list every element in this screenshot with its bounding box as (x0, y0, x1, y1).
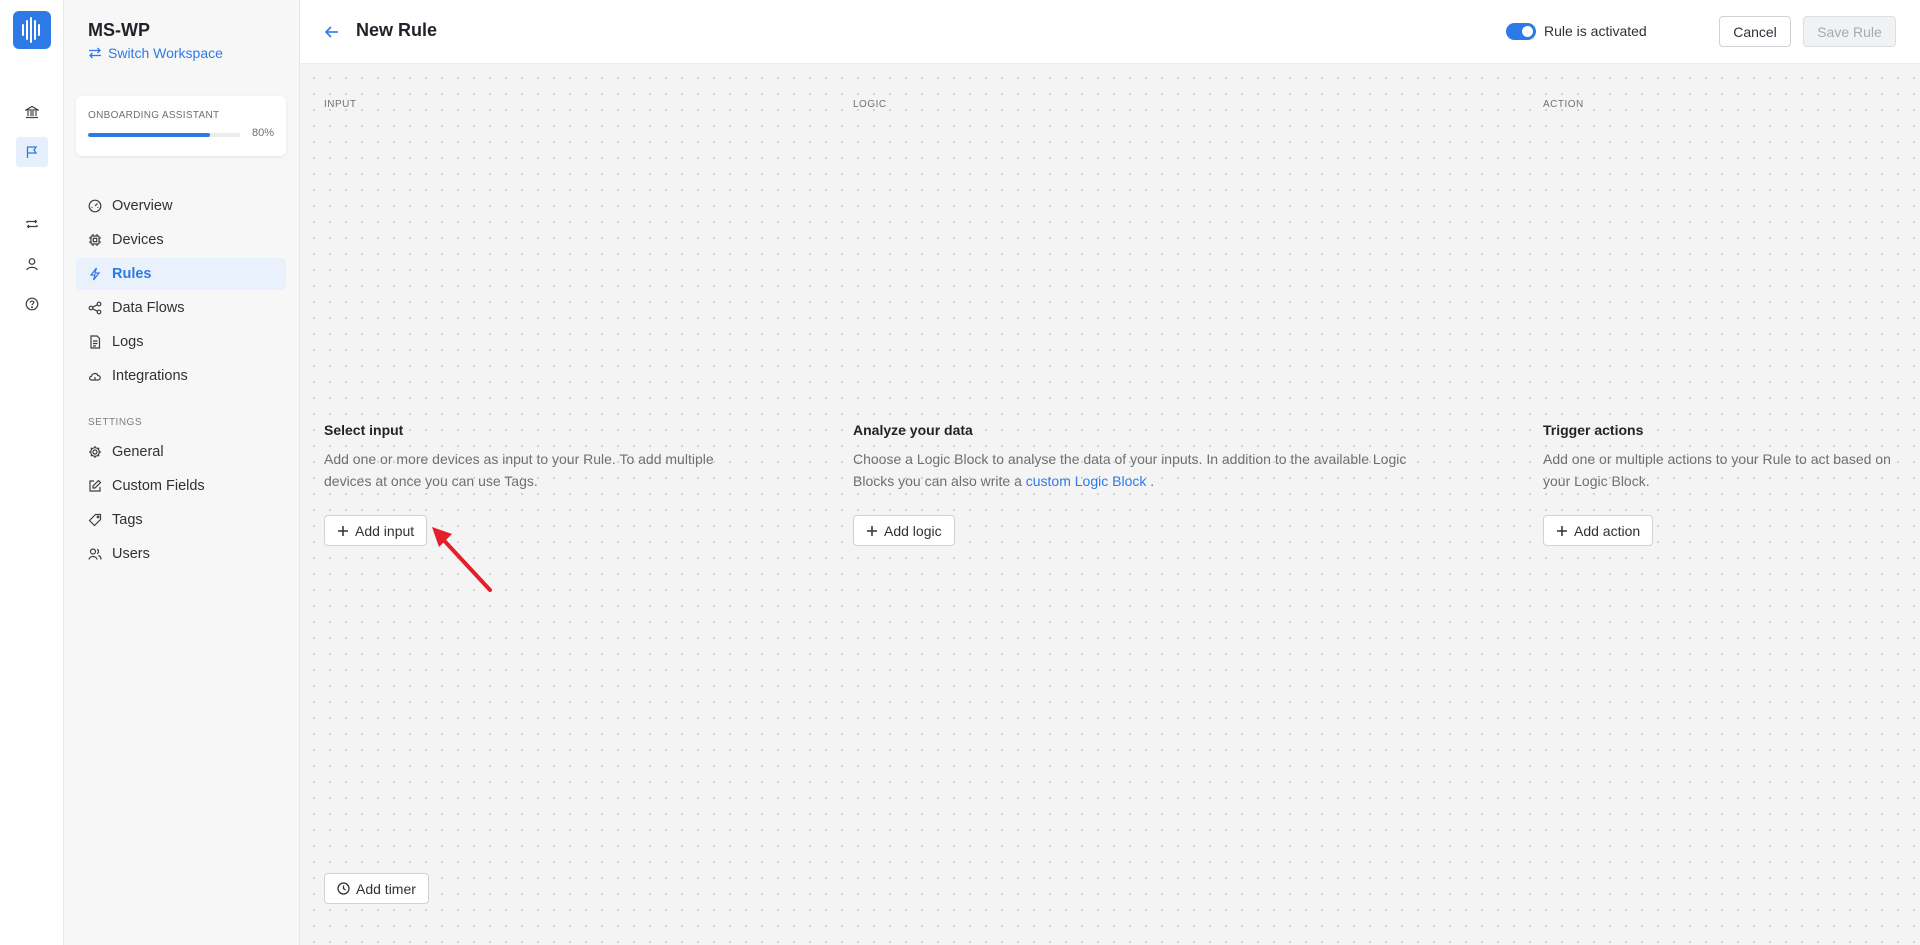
onboarding-progress-bar (88, 133, 240, 137)
page-header: New Rule Rule is activated Cancel Save R… (300, 0, 1920, 64)
add-action-button[interactable]: Add action (1543, 515, 1654, 546)
sidebar-item-integrations[interactable]: Integrations (76, 360, 286, 392)
save-rule-button[interactable]: Save Rule (1803, 16, 1896, 47)
add-logic-button[interactable]: Add logic (853, 515, 955, 546)
action-column-description: Add one or multiple actions to your Rule… (1543, 448, 1920, 492)
logic-column-title: Analyze your data (853, 422, 973, 438)
swap-icon (89, 47, 101, 59)
description-line: devices at once you can use Tags. (324, 473, 538, 489)
annotation-arrow-icon (432, 527, 492, 592)
onboarding-assistant-card[interactable]: ONBOARDING ASSISTANT 80% (76, 96, 286, 156)
input-column-description: Add one or more devices as input to your… (324, 448, 794, 492)
log-file-icon (90, 335, 101, 349)
tag-icon (88, 513, 102, 527)
onboarding-progress-fill (88, 133, 210, 137)
description-line: your Logic Block. (1543, 473, 1650, 489)
onboarding-progress-text: 80% (251, 127, 274, 139)
onboarding-label: ONBOARDING ASSISTANT (88, 110, 220, 121)
sidebar-item-label: Logs (112, 334, 144, 350)
sidebar-item-tags[interactable]: Tags (76, 504, 286, 536)
settings-section-label: SETTINGS (88, 417, 143, 428)
description-text: Blocks you can also write a (853, 473, 1022, 489)
gauge-icon (88, 199, 102, 213)
add-input-button[interactable]: Add input (324, 515, 428, 546)
user-icon[interactable] (16, 249, 48, 279)
sidebar-item-label: Overview (112, 198, 173, 214)
share-nodes-icon (88, 301, 102, 315)
page-title: New Rule (356, 20, 438, 40)
plus-icon (1557, 525, 1567, 536)
plus-icon (338, 525, 348, 536)
sidebar-item-general[interactable]: General (76, 436, 286, 468)
users-icon (88, 548, 102, 560)
sidebar-item-label: Tags (112, 512, 143, 528)
bank-icon[interactable] (16, 97, 48, 127)
sidebar-item-label: Rules (112, 266, 152, 282)
edit-icon (89, 479, 102, 492)
sidebar: MS-WP Switch Workspace ONBOARDING ASSIST… (64, 0, 300, 945)
gear-icon (89, 446, 101, 458)
add-timer-label: Add timer (356, 880, 416, 897)
logic-column-description: Choose a Logic Block to analyse the data… (853, 448, 1493, 492)
sidebar-item-rules[interactable]: Rules (76, 258, 286, 290)
description-text: . (1150, 473, 1155, 489)
sidebar-item-overview[interactable]: Overview (76, 190, 286, 222)
flag-icon[interactable] (16, 137, 48, 167)
input-column-title: Select input (324, 422, 404, 438)
add-logic-label: Add logic (884, 522, 942, 539)
add-action-label: Add action (1574, 522, 1641, 539)
plus-icon (867, 525, 877, 536)
icon-rail (0, 0, 64, 945)
custom-logic-block-link[interactable]: custom Logic Block (1026, 473, 1147, 489)
chip-icon (89, 234, 101, 246)
description-line: Add one or multiple actions to your Rule… (1543, 451, 1891, 467)
sidebar-item-label: Integrations (112, 368, 188, 384)
toggle-knob (1522, 26, 1533, 37)
sidebar-item-data-flows[interactable]: Data Flows (76, 292, 286, 324)
sidebar-item-devices[interactable]: Devices (76, 224, 286, 256)
rule-editor-canvas[interactable]: INPUT Select input Add one or more devic… (300, 64, 1920, 945)
sidebar-item-label: Devices (112, 232, 164, 248)
lightning-icon (89, 267, 101, 281)
rule-activated-label: Rule is activated (1544, 23, 1647, 39)
input-column-label: INPUT (324, 99, 357, 110)
sidebar-item-custom-fields[interactable]: Custom Fields (76, 470, 286, 502)
sidebar-item-logs[interactable]: Logs (76, 326, 286, 358)
back-arrow-icon[interactable] (322, 22, 342, 42)
cloud-icon (89, 372, 101, 381)
sidebar-item-label: Users (112, 546, 150, 562)
logic-column-label: LOGIC (853, 99, 887, 110)
description-line: Blocks you can also write a custom Logic… (853, 470, 1493, 492)
description-line: Choose a Logic Block to analyse the data… (853, 451, 1407, 467)
switch-workspace-label: Switch Workspace (108, 45, 223, 61)
help-icon[interactable] (16, 289, 48, 319)
cancel-button[interactable]: Cancel (1719, 16, 1791, 47)
workspace-name: MS-WP (88, 20, 150, 40)
switch-workspace-link[interactable]: Switch Workspace (88, 45, 223, 61)
action-column-label: ACTION (1543, 99, 1584, 110)
sidebar-item-label: Data Flows (112, 300, 185, 316)
app-logo-icon[interactable] (13, 11, 51, 49)
rule-activated-toggle[interactable] (1506, 23, 1536, 40)
clock-icon (337, 882, 350, 895)
sidebar-item-label: General (112, 444, 164, 460)
description-line: Add one or more devices as input to your… (324, 451, 714, 467)
add-timer-button[interactable]: Add timer (324, 873, 429, 904)
sidebar-item-label: Custom Fields (112, 478, 205, 494)
action-column-title: Trigger actions (1543, 422, 1644, 438)
add-input-label: Add input (355, 522, 415, 539)
repeat-icon[interactable] (16, 209, 48, 239)
sidebar-item-users[interactable]: Users (76, 538, 286, 570)
